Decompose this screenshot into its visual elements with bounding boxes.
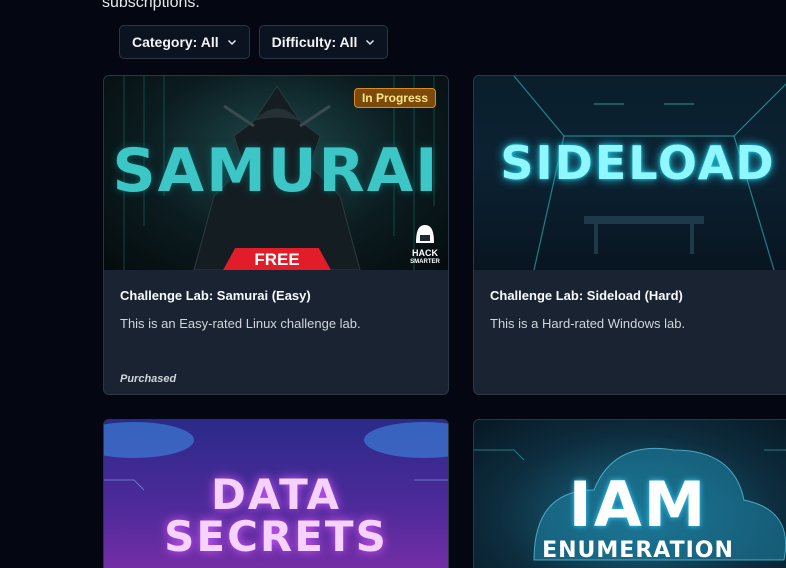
iam-title-line2: ENUMERATION — [542, 538, 734, 563]
lab-card-image-sideload: SIDELOAD — [474, 76, 786, 270]
lab-card-sideload[interactable]: SIDELOAD Challenge Lab: Sideload (Hard) … — [473, 75, 786, 395]
filter-bar: Category: All Difficulty: All — [119, 25, 389, 59]
data-secrets-title-line2: SECRETS — [164, 512, 388, 561]
sideload-title-art: SIDELOAD — [500, 136, 776, 190]
difficulty-filter-label: Difficulty: All — [271, 34, 358, 50]
lab-card-data-secrets[interactable]: DATA SECRETS — [103, 419, 449, 568]
lab-card-title: Challenge Lab: Sideload (Hard) — [490, 288, 683, 303]
intro-text: subscriptions. — [102, 0, 200, 11]
chevron-down-icon — [227, 39, 236, 46]
free-ribbon-label: FREE — [254, 250, 300, 269]
lab-card-title: Challenge Lab: Samurai (Easy) — [120, 288, 311, 303]
in-progress-badge: In Progress — [353, 88, 436, 108]
lab-card-samurai[interactable]: SAMURAI In Progress FREE HACK SMARTER Ch… — [103, 75, 449, 395]
lab-card-description: This is a Hard-rated Windows lab. — [490, 316, 686, 331]
samurai-title-art: SAMURAI — [112, 136, 440, 206]
hacker-hood-icon — [416, 225, 434, 243]
difficulty-filter-dropdown[interactable]: Difficulty: All — [258, 25, 389, 59]
lab-card-image-data-secrets: DATA SECRETS — [104, 420, 448, 568]
iam-title-line1: IAM — [568, 468, 708, 541]
category-filter-label: Category: All — [132, 34, 219, 50]
lab-card-image-iam-enumeration: IAM ENUMERATION — [474, 420, 786, 568]
category-filter-dropdown[interactable]: Category: All — [119, 25, 250, 59]
hack-smarter-logo: HACK SMARTER — [408, 224, 442, 266]
purchased-status: Purchased — [120, 373, 177, 385]
lab-card-image-samurai: SAMURAI In Progress FREE HACK SMARTER — [104, 76, 448, 270]
lab-card-description: This is an Easy-rated Linux challenge la… — [120, 316, 361, 331]
chevron-down-icon — [366, 39, 375, 46]
lab-card-iam-enumeration[interactable]: IAM ENUMERATION — [473, 419, 786, 568]
free-ribbon: FREE — [222, 248, 332, 270]
